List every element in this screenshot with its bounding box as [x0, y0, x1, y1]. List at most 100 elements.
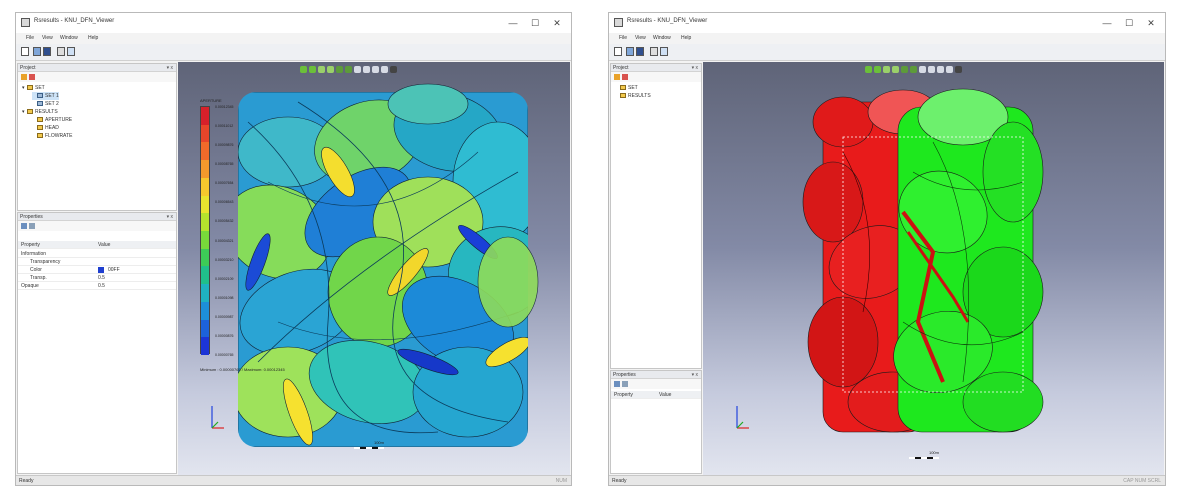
- menu-file[interactable]: File: [619, 35, 627, 41]
- legend-tick-label: 0.00001098: [215, 295, 234, 300]
- open-folder-icon[interactable]: [33, 47, 41, 56]
- scale-bar-label: 100m: [928, 450, 939, 455]
- tree-item[interactable]: APERTURE: [32, 116, 72, 124]
- new-file-icon[interactable]: [21, 47, 29, 56]
- viewer-window-left: Rsresults - KNU_DFN_Viewer — ☐ ✕ File Vi…: [15, 12, 572, 486]
- 3d-viewport[interactable]: 100m: [703, 62, 1164, 475]
- status-indicators: CAP NUM SCRL: [1123, 478, 1161, 484]
- close-button[interactable]: ✕: [547, 16, 567, 30]
- menu-bar: File View Window Help: [16, 33, 571, 44]
- categorized-icon[interactable]: [614, 381, 620, 387]
- folder-icon: [37, 133, 43, 139]
- tree-item-label: SET: [628, 85, 638, 91]
- property-column-header: Property: [21, 242, 40, 248]
- categorized-icon[interactable]: [21, 223, 27, 229]
- property-name: Opaque: [21, 283, 39, 289]
- property-value: 0.5: [98, 283, 105, 289]
- minimize-button[interactable]: —: [503, 16, 523, 30]
- legend-color-bar: 0.00012345 0.00011012 0.00009876 0.00008765…: [200, 105, 234, 357]
- menu-window[interactable]: Window: [60, 35, 78, 41]
- properties-panel-header: Properties ▾ x: [611, 371, 701, 379]
- property-value: 0.5: [98, 275, 105, 281]
- save-icon[interactable]: [636, 47, 644, 56]
- status-text: Ready: [19, 478, 34, 484]
- tree-item-label: SET 2: [45, 101, 59, 107]
- tree-item[interactable]: RESULTS: [615, 92, 651, 100]
- tree-item-label: SET 1: [45, 93, 59, 99]
- sort-icon[interactable]: [29, 223, 35, 229]
- menu-window[interactable]: Window: [653, 35, 671, 41]
- menu-view[interactable]: View: [635, 35, 646, 41]
- title-bar[interactable]: Rsresults - KNU_DFN_Viewer — ☐ ✕: [609, 13, 1165, 33]
- project-panel-header: Project ▾ x: [18, 64, 176, 72]
- color-swatch[interactable]: [98, 267, 104, 273]
- window-title: Rsresults - KNU_DFN_Viewer: [34, 18, 115, 24]
- status-bar: Ready NUM: [16, 475, 571, 485]
- tree-item[interactable]: SET 1: [32, 92, 59, 100]
- legend-tick-label: 0.00009876: [215, 143, 234, 148]
- property-row[interactable]: Information: [18, 250, 176, 258]
- folder-icon: [620, 85, 626, 91]
- folder-icon[interactable]: [614, 74, 620, 80]
- help-icon[interactable]: [67, 47, 75, 56]
- tree-item-label: FLOWRATE: [45, 133, 73, 139]
- value-column-header: Value: [659, 392, 672, 398]
- minimize-button[interactable]: —: [1097, 16, 1117, 30]
- project-panel-title: Project: [613, 65, 629, 71]
- panel-pin-icon[interactable]: ▾ x: [167, 213, 173, 221]
- scale-bar: 100m: [909, 450, 939, 460]
- print-icon[interactable]: [57, 47, 65, 56]
- property-row[interactable]: Transparency: [18, 258, 176, 266]
- project-panel-toolbar: [611, 72, 701, 82]
- legend-tick-label: 0.00002109: [215, 276, 234, 281]
- status-indicators: NUM: [555, 478, 567, 484]
- panel-pin-icon[interactable]: ▾ x: [167, 64, 173, 72]
- tree-item[interactable]: ▾ SET: [22, 84, 45, 92]
- property-row[interactable]: Color 00FF: [18, 266, 176, 274]
- title-bar[interactable]: Rsresults - KNU_DFN_Viewer — ☐ ✕: [16, 13, 571, 33]
- menu-help[interactable]: Help: [681, 35, 691, 41]
- legend-tick-label: 0.00000765: [215, 353, 234, 357]
- project-panel-title: Project: [20, 65, 36, 71]
- property-row[interactable]: Transp. 0.5: [18, 274, 176, 282]
- maximize-button[interactable]: ☐: [525, 16, 545, 30]
- sort-icon[interactable]: [622, 381, 628, 387]
- tree-item[interactable]: SET 2: [32, 100, 59, 108]
- tree-item[interactable]: FLOWRATE: [32, 132, 72, 140]
- tree-item[interactable]: ▾ RESULTS: [22, 108, 58, 116]
- legend-color-swatch: [201, 301, 209, 320]
- help-icon[interactable]: [660, 47, 668, 56]
- save-icon[interactable]: [43, 47, 51, 56]
- panel-pin-icon[interactable]: ▾ x: [692, 371, 698, 379]
- panel-pin-icon[interactable]: ▾ x: [692, 64, 698, 72]
- tree-item[interactable]: HEAD: [32, 124, 59, 132]
- menu-view[interactable]: View: [42, 35, 53, 41]
- tree-item-label: SET: [35, 85, 45, 91]
- new-file-icon[interactable]: [614, 47, 622, 56]
- legend-color-swatch: [201, 124, 209, 143]
- property-row[interactable]: Opaque 0.5: [18, 282, 176, 290]
- legend-tick-label: 0.00011012: [215, 124, 234, 129]
- close-button[interactable]: ✕: [1141, 16, 1161, 30]
- menu-bar: File View Window Help: [609, 33, 1165, 44]
- 3d-viewport[interactable]: APERTURE 0.00012345 0.00011012 0.00009876 0…: [178, 62, 570, 475]
- legend-tick-label: 0.00004321: [215, 238, 234, 243]
- remove-icon[interactable]: [29, 74, 35, 80]
- menu-file[interactable]: File: [26, 35, 34, 41]
- property-column-header: Property: [614, 392, 633, 398]
- tree-item[interactable]: SET: [615, 84, 638, 92]
- app-icon: [614, 18, 623, 27]
- fracture-set-icon: [37, 101, 43, 107]
- legend-tick-label: 0.00007654: [215, 181, 234, 186]
- menu-help[interactable]: Help: [88, 35, 98, 41]
- property-name: Transparency: [30, 259, 61, 265]
- maximize-button[interactable]: ☐: [1119, 16, 1139, 30]
- legend-tick-label: 0.00006543: [215, 200, 234, 205]
- legend-color-swatch: [201, 213, 209, 231]
- folder-icon[interactable]: [21, 74, 27, 80]
- tree-item-label: APERTURE: [45, 117, 73, 123]
- remove-icon[interactable]: [622, 74, 628, 80]
- print-icon[interactable]: [650, 47, 658, 56]
- open-folder-icon[interactable]: [626, 47, 634, 56]
- properties-header-row: Property Value: [18, 241, 176, 249]
